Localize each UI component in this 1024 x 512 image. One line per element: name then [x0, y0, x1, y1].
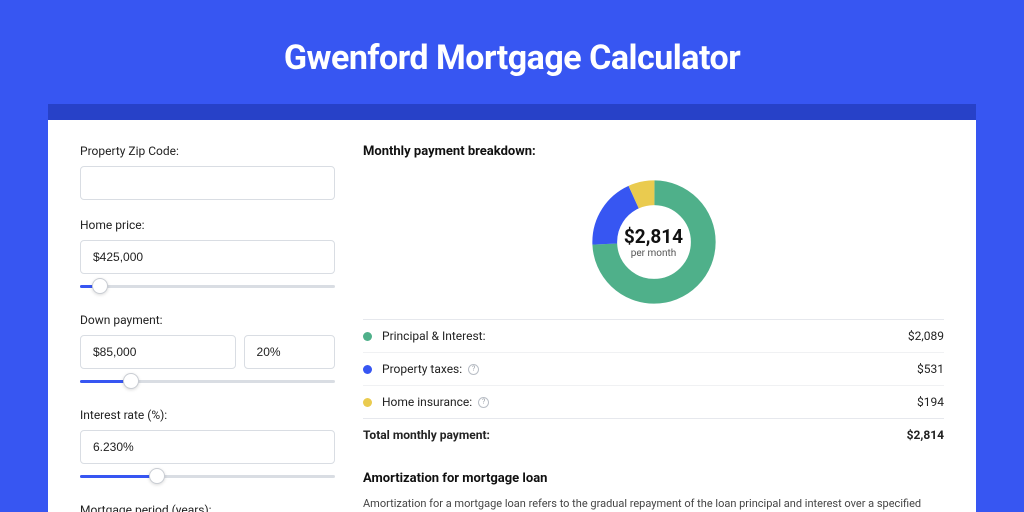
- down-slider[interactable]: [80, 374, 335, 390]
- donut-wrap: $2,814 per month: [363, 173, 944, 319]
- slider-track: [80, 285, 335, 288]
- legend-value: $194: [917, 395, 944, 409]
- breakdown-title: Monthly payment breakdown:: [363, 144, 944, 159]
- page-title: Gwenford Mortgage Calculator: [0, 0, 1024, 104]
- period-field: Mortgage period (years): 10152030: [80, 503, 335, 512]
- price-input[interactable]: [80, 240, 335, 274]
- legend-dot: [363, 332, 372, 341]
- period-label: Mortgage period (years):: [80, 503, 335, 512]
- amortization-title: Amortization for mortgage loan: [363, 471, 944, 486]
- price-label: Home price:: [80, 218, 335, 232]
- info-icon[interactable]: ?: [478, 397, 489, 408]
- slider-thumb[interactable]: [123, 373, 139, 389]
- total-label: Total monthly payment:: [363, 428, 490, 442]
- results-panel: Monthly payment breakdown: $2,814 per mo…: [363, 144, 944, 512]
- down-amount-input[interactable]: [80, 335, 236, 369]
- legend-total-row: Total monthly payment: $2,814: [363, 418, 944, 451]
- zip-input[interactable]: [80, 166, 335, 200]
- form-panel: Property Zip Code: Home price: Down paym…: [80, 144, 335, 512]
- legend-row: Principal & Interest: $2,089: [363, 319, 944, 352]
- legend-row: Home insurance:? $194: [363, 385, 944, 418]
- legend-row: Property taxes:? $531: [363, 352, 944, 385]
- rate-label: Interest rate (%):: [80, 408, 335, 422]
- rate-field: Interest rate (%):: [80, 408, 335, 464]
- legend-label: Home insurance:?: [382, 395, 489, 409]
- legend-label-text: Principal & Interest:: [382, 329, 486, 343]
- donut-sub: per month: [631, 248, 677, 259]
- amortization-section: Amortization for mortgage loan Amortizat…: [363, 471, 944, 512]
- down-percent-input[interactable]: [244, 335, 335, 369]
- legend-dot: [363, 398, 372, 407]
- legend-dot: [363, 365, 372, 374]
- legend-value: $531: [917, 362, 944, 376]
- rate-slider[interactable]: [80, 469, 335, 485]
- amortization-body: Amortization for a mortgage loan refers …: [363, 496, 944, 512]
- donut-center: $2,814 per month: [589, 177, 719, 307]
- legend: Principal & Interest: $2,089 Property taxe…: [363, 319, 944, 418]
- slider-fill: [80, 475, 157, 478]
- legend-label-text: Home insurance:: [382, 395, 472, 409]
- donut-chart: $2,814 per month: [589, 177, 719, 307]
- slider-thumb[interactable]: [149, 468, 165, 484]
- slider-thumb[interactable]: [92, 278, 108, 294]
- info-icon[interactable]: ?: [468, 364, 479, 375]
- down-field: Down payment:: [80, 313, 335, 369]
- donut-amount: $2,814: [624, 225, 683, 248]
- rate-input[interactable]: [80, 430, 335, 464]
- total-value: $2,814: [907, 428, 944, 442]
- calculator-card: Property Zip Code: Home price: Down paym…: [48, 120, 976, 512]
- legend-label-text: Property taxes:: [382, 362, 462, 376]
- zip-field: Property Zip Code:: [80, 144, 335, 200]
- down-label: Down payment:: [80, 313, 335, 327]
- legend-value: $2,089: [908, 329, 944, 343]
- zip-label: Property Zip Code:: [80, 144, 335, 158]
- price-field: Home price:: [80, 218, 335, 274]
- legend-label: Property taxes:?: [382, 362, 479, 376]
- legend-label: Principal & Interest:: [382, 329, 486, 343]
- price-slider[interactable]: [80, 279, 335, 295]
